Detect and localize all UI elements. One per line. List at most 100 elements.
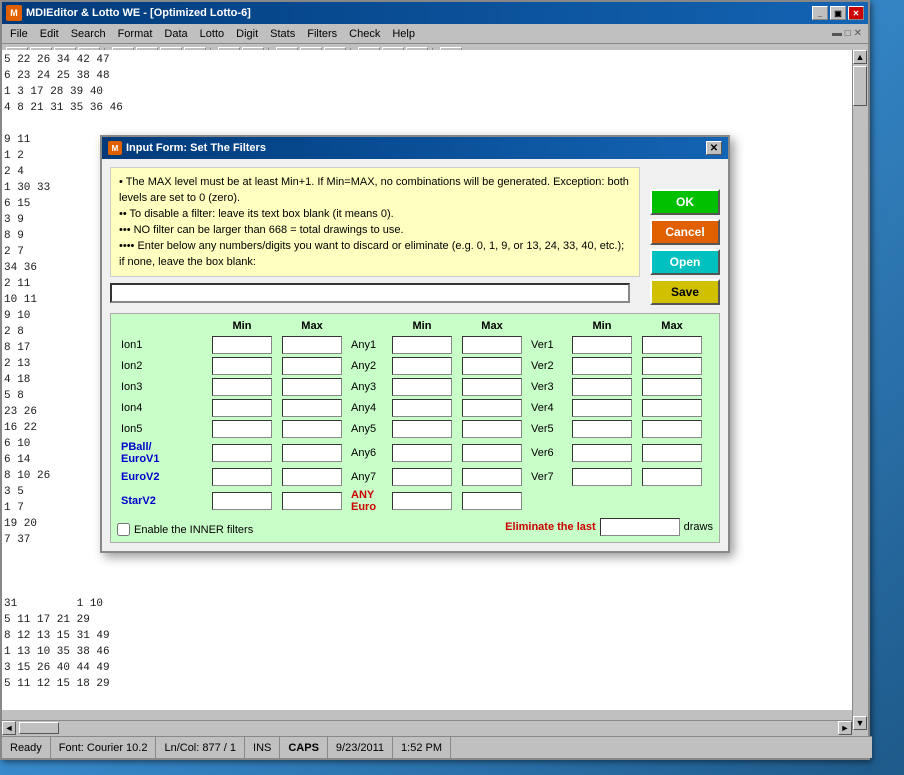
save-button[interactable]: Save (650, 279, 720, 305)
grid-header-row: Min Max Min Max Min Max (117, 320, 713, 332)
filter-row-ion5: Ion5 Any5 Ver5 (117, 420, 713, 438)
info-box: • The MAX level must be at least Min+1. … (110, 167, 640, 277)
inner-filters-checkbox[interactable] (117, 523, 130, 536)
ver6-min[interactable] (572, 444, 632, 462)
any7-max[interactable] (462, 468, 522, 486)
ion3-label: Ion3 (117, 381, 207, 393)
starv2-label: StarV2 (117, 495, 207, 507)
info-line-1: • The MAX level must be at least Min+1. … (119, 174, 631, 206)
ver1-min[interactable] (572, 336, 632, 354)
cancel-button[interactable]: Cancel (650, 219, 720, 245)
checkbox-row: Enable the INNER filters (117, 523, 253, 536)
ion2-max[interactable] (282, 357, 342, 375)
open-button[interactable]: Open (650, 249, 720, 275)
ion4-min[interactable] (212, 399, 272, 417)
ver7-max[interactable] (642, 468, 702, 486)
pball-min[interactable] (212, 444, 272, 462)
menu-check[interactable]: Check (343, 26, 386, 42)
ver2-min[interactable] (572, 357, 632, 375)
starv2-max[interactable] (282, 492, 342, 510)
menu-edit[interactable]: Edit (34, 26, 65, 42)
dialog-close-button[interactable]: ✕ (706, 141, 722, 155)
ver5-min[interactable] (572, 420, 632, 438)
info-line-4: •••• Enter below any numbers/digits you … (119, 238, 631, 270)
eurov2-max[interactable] (282, 468, 342, 486)
any7-label: Any7 (347, 471, 387, 483)
status-time: 1:52 PM (393, 737, 451, 758)
menu-filters[interactable]: Filters (301, 26, 343, 42)
ver3-max[interactable] (642, 378, 702, 396)
any1-min[interactable] (392, 336, 452, 354)
menu-stats[interactable]: Stats (264, 26, 301, 42)
menu-format[interactable]: Format (112, 26, 159, 42)
any5-min[interactable] (392, 420, 452, 438)
any4-max[interactable] (462, 399, 522, 417)
any-euro-min[interactable] (392, 492, 452, 510)
any6-min[interactable] (392, 444, 452, 462)
ver1-max[interactable] (642, 336, 702, 354)
menu-search[interactable]: Search (65, 26, 112, 42)
eliminate-draws-input[interactable] (600, 518, 680, 536)
close-button[interactable]: ✕ (848, 6, 864, 20)
menu-file[interactable]: File (4, 26, 34, 42)
any1-max[interactable] (462, 336, 522, 354)
scrollbar-horizontal[interactable]: ◄ ► (2, 720, 852, 736)
ver5-max[interactable] (642, 420, 702, 438)
ver7-min[interactable] (572, 468, 632, 486)
any3-label: Any3 (347, 381, 387, 393)
col-header-min2: Min (387, 320, 457, 332)
ver4-max[interactable] (642, 399, 702, 417)
any2-min[interactable] (392, 357, 452, 375)
eurov2-label: EuroV2 (117, 471, 207, 483)
any5-max[interactable] (462, 420, 522, 438)
col-header-max3: Max (637, 320, 707, 332)
menu-help[interactable]: Help (386, 26, 421, 42)
ok-button[interactable]: OK (650, 189, 720, 215)
restore-button[interactable]: ▣ (830, 6, 846, 20)
any1-label: Any1 (347, 339, 387, 351)
minimize-button[interactable]: _ (812, 6, 828, 20)
menu-data[interactable]: Data (158, 26, 193, 42)
starv2-min[interactable] (212, 492, 272, 510)
ver3-min[interactable] (572, 378, 632, 396)
ion3-max[interactable] (282, 378, 342, 396)
status-position: Ln/Col: 877 / 1 (156, 737, 245, 758)
eliminate-suffix: draws (684, 521, 713, 533)
menu-digit[interactable]: Digit (230, 26, 264, 42)
ver6-max[interactable] (642, 444, 702, 462)
ver2-max[interactable] (642, 357, 702, 375)
ion5-min[interactable] (212, 420, 272, 438)
scrollbar-vertical[interactable]: ▲ ▼ (852, 50, 868, 730)
pball-max[interactable] (282, 444, 342, 462)
any4-min[interactable] (392, 399, 452, 417)
ver4-min[interactable] (572, 399, 632, 417)
any5-label: Any5 (347, 423, 387, 435)
filter-grid: Min Max Min Max Min Max Ion1 Any1 Ver1 (110, 313, 720, 543)
ver3-label: Ver3 (527, 381, 567, 393)
ion1-label: Ion1 (117, 339, 207, 351)
filter-row-starv2: StarV2 ANYEuro (117, 489, 713, 513)
ver1-label: Ver1 (527, 339, 567, 351)
ion1-max[interactable] (282, 336, 342, 354)
ion5-label: Ion5 (117, 423, 207, 435)
any3-max[interactable] (462, 378, 522, 396)
any2-label: Any2 (347, 360, 387, 372)
any2-max[interactable] (462, 357, 522, 375)
any7-min[interactable] (392, 468, 452, 486)
status-font: Font: Courier 10.2 (51, 737, 157, 758)
eliminate-input[interactable] (110, 283, 630, 303)
ion5-max[interactable] (282, 420, 342, 438)
ion4-max[interactable] (282, 399, 342, 417)
any3-min[interactable] (392, 378, 452, 396)
dialog-buttons: OK Cancel Open Save (650, 189, 720, 305)
ion2-min[interactable] (212, 357, 272, 375)
menu-lotto[interactable]: Lotto (194, 26, 230, 42)
any-euro-max[interactable] (462, 492, 522, 510)
dialog-title-text: Input Form: Set The Filters (126, 142, 266, 154)
filter-row-ion1: Ion1 Any1 Ver1 (117, 336, 713, 354)
ion3-min[interactable] (212, 378, 272, 396)
pball-label: PBall/EuroV1 (117, 441, 207, 465)
any6-max[interactable] (462, 444, 522, 462)
eurov2-min[interactable] (212, 468, 272, 486)
ion1-min[interactable] (212, 336, 272, 354)
